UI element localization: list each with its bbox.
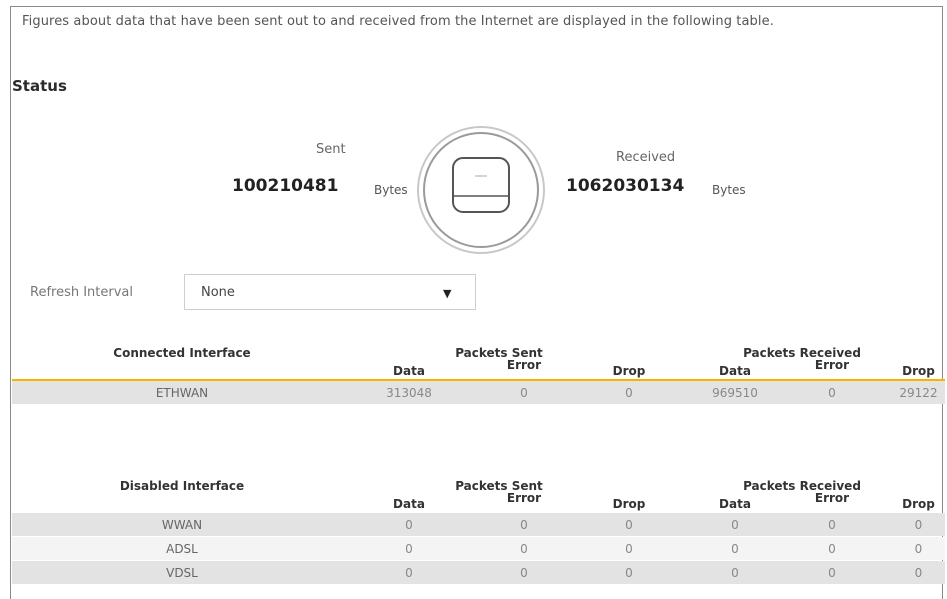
sent-drop-header: Drop — [612, 364, 646, 378]
recv-data-cell: 969510 — [712, 386, 758, 400]
recv-data-cell: 0 — [731, 518, 739, 532]
recv-error-cell: 0 — [828, 566, 836, 580]
recv-drop-cell: 0 — [914, 518, 923, 532]
sent-data-header: Data — [393, 364, 425, 378]
recv-data-cell: 0 — [731, 566, 739, 580]
sent-error-cell: 0 — [520, 518, 528, 532]
sent-drop-header: Drop — [612, 497, 646, 511]
recv-drop-header: Drop — [902, 497, 935, 511]
table-row: ETHWAN 313048 0 0 969510 0 29122 — [12, 381, 945, 404]
recv-drop-cell: 0 — [914, 542, 923, 556]
connected-interface-table: Connected Interface Packets Sent Packets… — [12, 344, 945, 404]
router-device-icon — [417, 126, 545, 254]
table-row: ADSL 0 0 0 0 0 0 — [12, 537, 945, 560]
recv-data-cell: 0 — [731, 542, 739, 556]
table-row: WWAN 0 0 0 0 0 0 — [12, 513, 945, 536]
sent-data-cell: 0 — [405, 518, 413, 532]
recv-drop-cell: 0 — [914, 566, 923, 580]
refresh-interval-label: Refresh Interval — [30, 285, 134, 300]
sent-drop-cell: 0 — [625, 386, 633, 400]
recv-data-header: Data — [719, 364, 751, 378]
sent-unit: Bytes — [374, 183, 408, 197]
received-value: 1062030134 — [566, 176, 685, 196]
recv-error-cell: 0 — [828, 542, 836, 556]
sent-drop-cell: 0 — [625, 518, 633, 532]
sent-error-header: Error — [506, 358, 542, 372]
sent-data-cell: 0 — [405, 542, 413, 556]
sent-error-cell: 0 — [520, 386, 528, 400]
interface-name: VDSL — [166, 566, 198, 580]
interface-name: ETHWAN — [155, 386, 209, 400]
disabled-interface-table: Disabled Interface Packets Sent Packets … — [12, 477, 945, 599]
received-unit: Bytes — [712, 183, 746, 197]
sent-data-header: Data — [393, 497, 425, 511]
chevron-down-icon: ▼ — [443, 287, 452, 300]
sent-label: Sent — [316, 142, 346, 157]
refresh-interval-value: None — [201, 285, 235, 300]
sent-drop-cell: 0 — [625, 566, 633, 580]
recv-drop-header: Drop — [902, 364, 935, 378]
intro-text: Figures about data that have been sent o… — [22, 14, 774, 29]
recv-error-header: Error — [814, 491, 850, 505]
sent-drop-cell: 0 — [625, 542, 633, 556]
sent-error-header: Error — [506, 491, 542, 505]
recv-error-cell: 0 — [828, 518, 836, 532]
recv-drop-cell: 29122 — [899, 386, 938, 400]
sent-data-cell: 0 — [405, 566, 413, 580]
interface-name: ADSL — [166, 542, 198, 556]
sent-value: 100210481 — [232, 176, 339, 196]
connected-interface-header: Connected Interface — [113, 346, 251, 360]
refresh-interval-select[interactable]: None ▼ — [184, 274, 476, 310]
recv-data-header: Data — [719, 497, 751, 511]
section-title: Status — [12, 77, 67, 95]
recv-error-cell: 0 — [828, 386, 836, 400]
received-label: Received — [616, 150, 676, 165]
sent-error-cell: 0 — [520, 542, 528, 556]
disabled-interface-header: Disabled Interface — [119, 479, 245, 493]
sent-error-cell: 0 — [520, 566, 528, 580]
sent-data-cell: 313048 — [386, 386, 432, 400]
table-row: VDSL 0 0 0 0 0 0 — [12, 561, 945, 584]
interface-name: WWAN — [161, 518, 203, 532]
recv-error-header: Error — [814, 358, 850, 372]
